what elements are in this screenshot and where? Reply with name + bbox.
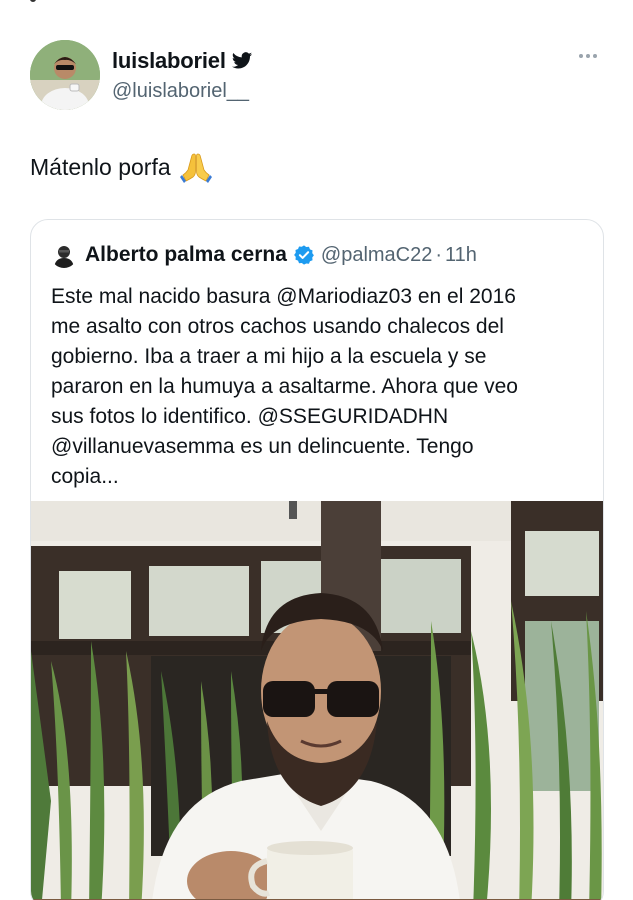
quoted-body-line: Este mal nacido basura @Mariodiaz03 en e… <box>51 285 516 308</box>
quoted-avatar[interactable] <box>51 242 77 268</box>
quoted-tweet-body: Este mal nacido basura @Mariodiaz03 en e… <box>51 282 596 492</box>
twitter-bird-icon <box>230 50 254 72</box>
tweet-header: luislaboriel @luislaboriel__ <box>30 40 605 112</box>
quoted-handle[interactable]: @palmaC22 <box>321 244 432 267</box>
quoted-tweet-photo[interactable] <box>31 501 603 900</box>
quoted-timestamp[interactable]: 11h <box>445 244 477 267</box>
quoted-body-line: copia... <box>51 465 119 488</box>
quoted-body-line: sus fotos lo identifico. @SSEGURIDADHN <box>51 405 449 428</box>
verified-icon <box>293 244 315 266</box>
tweet-text: Mátenlo porfa <box>30 150 213 184</box>
author-names: luislaboriel @luislaboriel__ <box>112 48 254 103</box>
tweet-text-content: Mátenlo porfa <box>30 153 171 180</box>
quoted-body-line: pararon en la humuya a asaltarme. Ahora … <box>51 375 518 398</box>
more-icon[interactable] <box>579 52 601 60</box>
top-dot <box>30 0 36 2</box>
quoted-body-line: me asalto con otros cachos usando chalec… <box>51 315 504 338</box>
handle[interactable]: @luislaboriel__ <box>112 80 254 103</box>
folded-hands-icon <box>179 150 213 184</box>
display-name[interactable]: luislaboriel <box>112 48 226 74</box>
quoted-body-line: gobierno. Iba a traer a mi hijo a la esc… <box>51 345 487 368</box>
avatar[interactable] <box>30 40 100 110</box>
quoted-body-line: @villanuevasemma es un delincuente. Teng… <box>51 435 474 458</box>
quoted-separator: · <box>435 243 443 266</box>
quoted-tweet-header: Alberto palma cerna @palmaC22 · 11h <box>51 240 477 270</box>
display-name-row: luislaboriel <box>112 48 254 74</box>
quoted-display-name[interactable]: Alberto palma cerna <box>85 243 287 267</box>
quoted-tweet-card[interactable]: Alberto palma cerna @palmaC22 · 11h Este… <box>30 219 604 900</box>
